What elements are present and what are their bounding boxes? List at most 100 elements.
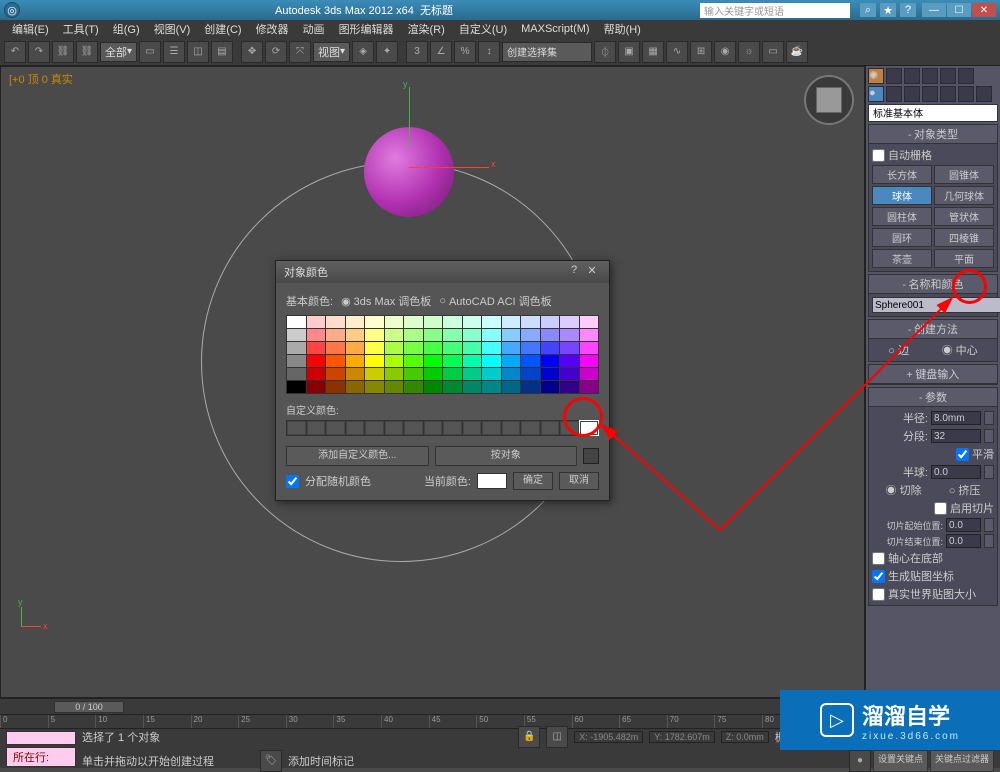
rollout-header-name-color[interactable]: - 名称和颜色 (869, 275, 997, 294)
align-button[interactable]: ▣ (618, 41, 640, 63)
custom-color-slot[interactable] (463, 421, 482, 435)
primitive-button[interactable]: 圆柱体 (872, 207, 932, 226)
color-swatch-cell[interactable] (463, 316, 482, 328)
color-swatch-cell[interactable] (307, 368, 326, 380)
create-tab-icon[interactable]: ✺ (868, 68, 884, 84)
close-button[interactable]: ✕ (972, 3, 996, 17)
display-tab-icon[interactable] (940, 68, 956, 84)
radio-3dsmax-palette[interactable]: ◉ 3ds Max 调色板 (341, 293, 431, 309)
select-button[interactable]: ▭ (139, 41, 161, 63)
color-swatch-cell[interactable] (346, 381, 365, 393)
custom-color-slot-selected[interactable] (580, 421, 599, 435)
spinner-updown-icon[interactable] (984, 534, 994, 548)
primitive-button[interactable]: 长方体 (872, 165, 932, 184)
systems-icon[interactable] (976, 86, 992, 102)
menu-customize[interactable]: 自定义(U) (453, 21, 513, 37)
color-swatch-cell[interactable] (346, 329, 365, 341)
color-swatch-cell[interactable] (307, 342, 326, 354)
snap-button[interactable]: 3 (406, 41, 428, 63)
color-swatch-cell[interactable] (365, 381, 384, 393)
color-swatch-cell[interactable] (502, 355, 521, 367)
color-swatch-cell[interactable] (463, 381, 482, 393)
dialog-close-icon[interactable]: ✕ (583, 264, 601, 280)
color-swatch-cell[interactable] (580, 355, 599, 367)
ref-coord-system[interactable]: 视图 ▾ (313, 42, 350, 62)
custom-color-slot[interactable] (404, 421, 423, 435)
current-color-swatch[interactable] (477, 473, 507, 489)
color-swatch-cell[interactable] (463, 368, 482, 380)
coord-x[interactable]: X: -1905.482m (574, 731, 643, 743)
custom-color-slot[interactable] (560, 421, 579, 435)
hierarchy-tab-icon[interactable] (904, 68, 920, 84)
menu-render[interactable]: 渲染(R) (402, 21, 451, 37)
custom-color-slot[interactable] (326, 421, 345, 435)
color-swatch-cell[interactable] (580, 368, 599, 380)
color-swatch-cell[interactable] (326, 381, 345, 393)
color-swatch-cell[interactable] (346, 342, 365, 354)
color-swatch-cell[interactable] (307, 316, 326, 328)
color-swatch-cell[interactable] (326, 342, 345, 354)
motion-tab-icon[interactable] (922, 68, 938, 84)
spinner-updown-icon[interactable] (984, 465, 994, 479)
script-mini-listener[interactable] (6, 731, 76, 745)
color-swatch-cell[interactable] (580, 316, 599, 328)
menu-create[interactable]: 创建(C) (198, 21, 247, 37)
lights-icon[interactable] (904, 86, 920, 102)
color-swatch-cell[interactable] (560, 368, 579, 380)
viewport-label[interactable]: [+0 顶 0 真实 (9, 71, 73, 87)
dialog-help-icon[interactable]: ? (565, 264, 583, 280)
layers-button[interactable]: ▦ (642, 41, 664, 63)
slice-to-spinner[interactable] (946, 534, 981, 548)
color-swatch-cell[interactable] (346, 316, 365, 328)
color-swatch-cell[interactable] (443, 355, 462, 367)
custom-color-slot[interactable] (287, 421, 306, 435)
maximize-button[interactable]: ☐ (947, 3, 971, 17)
isolate-icon[interactable]: ◫ (546, 726, 568, 748)
color-swatch-cell[interactable] (502, 329, 521, 341)
primitive-button[interactable]: 四棱锥 (934, 228, 994, 247)
primitive-button[interactable]: 圆环 (872, 228, 932, 247)
spacewarps-icon[interactable] (958, 86, 974, 102)
color-swatch-cell[interactable] (541, 329, 560, 341)
color-swatch-cell[interactable] (482, 342, 501, 354)
color-swatch-cell[interactable] (541, 316, 560, 328)
assign-random-checkbox[interactable] (286, 475, 299, 488)
rollout-header-object-type[interactable]: - 对象类型 (869, 125, 997, 144)
color-swatch-cell[interactable] (560, 342, 579, 354)
manipulate-button[interactable]: ✦ (376, 41, 398, 63)
object-name-input[interactable] (872, 297, 1000, 313)
color-swatch-cell[interactable] (287, 316, 306, 328)
render-frame-button[interactable]: ▭ (762, 41, 784, 63)
color-swatch-cell[interactable] (307, 355, 326, 367)
custom-color-slot[interactable] (443, 421, 462, 435)
primitive-button[interactable]: 茶壶 (872, 249, 932, 268)
color-swatch-cell[interactable] (307, 381, 326, 393)
color-swatch-cell[interactable] (560, 381, 579, 393)
select-name-button[interactable]: ☰ (163, 41, 185, 63)
color-swatch-cell[interactable] (482, 368, 501, 380)
modify-tab-icon[interactable] (886, 68, 902, 84)
color-swatch-cell[interactable] (521, 316, 540, 328)
angle-snap-button[interactable]: ∠ (430, 41, 452, 63)
color-swatch-cell[interactable] (326, 355, 345, 367)
color-swatch-cell[interactable] (404, 355, 423, 367)
unlink-button[interactable]: ⛓ (76, 41, 98, 63)
cancel-button[interactable]: 取消 (559, 472, 599, 490)
color-swatch-cell[interactable] (541, 355, 560, 367)
setkey-icon[interactable]: ● (849, 750, 871, 772)
time-slider[interactable]: 0 / 100 (54, 701, 124, 713)
color-swatch-cell[interactable] (424, 355, 443, 367)
rollout-header-keyboard[interactable]: + 键盘输入 (869, 365, 997, 384)
time-tag-icon[interactable]: 🏷 (260, 750, 282, 772)
dialog-title-bar[interactable]: 对象颜色 ? ✕ (276, 261, 609, 283)
color-swatch-cell[interactable] (385, 368, 404, 380)
color-swatch-cell[interactable] (424, 381, 443, 393)
color-swatch-cell[interactable] (482, 355, 501, 367)
percent-snap-button[interactable]: % (454, 41, 476, 63)
infocenter-icon[interactable]: ⌕ (860, 3, 876, 17)
window-crossing-button[interactable]: ▤ (211, 41, 233, 63)
custom-color-slot[interactable] (541, 421, 560, 435)
color-swatch-cell[interactable] (404, 316, 423, 328)
color-swatch-cell[interactable] (365, 316, 384, 328)
color-swatch-cell[interactable] (287, 342, 306, 354)
